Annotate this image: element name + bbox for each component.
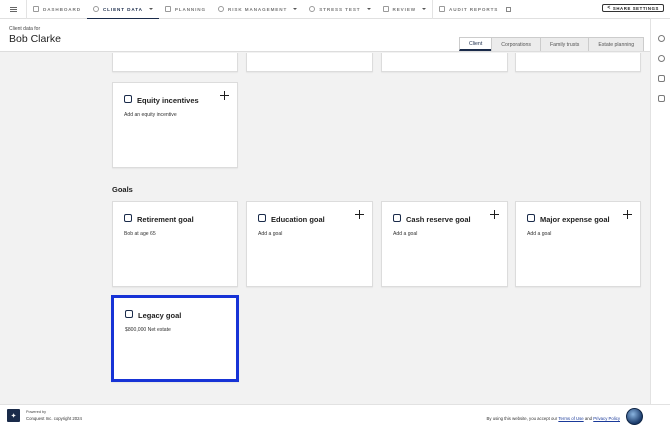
add-icon[interactable] (490, 210, 499, 219)
share-settings-button[interactable]: < SHARE SETTINGS (602, 4, 664, 12)
client-header: Client data for Bob Clarke Client Corpor… (0, 19, 650, 52)
report-icon (439, 6, 446, 12)
card-title: Education goal (271, 215, 325, 224)
company-logo: ✦ (7, 409, 20, 422)
legacy-icon (125, 310, 133, 318)
tab-corporations[interactable]: Corporations (491, 37, 541, 51)
terms-prefix: By using this website, you accept our (486, 416, 558, 421)
footer: ✦ Powered by Conquest Inc. copyright 202… (0, 404, 670, 427)
nav-review-label: REVIEW (392, 6, 417, 12)
cash-reserve-goal-card[interactable]: Cash reserve goal Add a goal (381, 201, 508, 287)
card-title: Cash reserve goal (406, 215, 471, 224)
chevron-down-icon[interactable] (293, 8, 298, 10)
people-icon (92, 6, 99, 12)
equity-incentives-card[interactable]: Equity incentives Add an equity incentiv… (112, 82, 238, 168)
chevron-down-icon[interactable] (148, 8, 153, 10)
education-icon (258, 214, 266, 222)
card-title: Equity incentives (137, 96, 199, 105)
card-subtitle: Add a goal (393, 231, 418, 237)
retirement-icon (124, 214, 132, 222)
terms-and: and (584, 416, 593, 421)
card-title: Legacy goal (138, 311, 182, 320)
tab-family-trusts[interactable]: Family trusts (539, 37, 590, 51)
cash-icon (393, 214, 401, 222)
share-settings-label: SHARE SETTINGS (612, 5, 659, 11)
refresh-icon[interactable] (658, 55, 665, 62)
nav-stress-test-label: STRESS TEST (319, 6, 361, 12)
nav-risk-management-label: RISK MANAGEMENT (228, 6, 288, 12)
add-icon[interactable] (623, 210, 632, 219)
shield-icon (218, 6, 225, 12)
assistant-button[interactable] (626, 408, 643, 425)
calendar-icon[interactable] (658, 75, 665, 82)
nav-client-data-label: CLIENT DATA (102, 6, 143, 12)
card-subtitle: Add a goal (527, 231, 552, 237)
add-icon[interactable] (355, 210, 364, 219)
copyright: Conquest Inc. copyright 2024 (26, 416, 82, 421)
card-title: Major expense goal (540, 215, 610, 224)
retirement-goal-card[interactable]: Retirement goal Bob at age 65 (112, 201, 238, 287)
goals-section-title: Goals (112, 185, 133, 194)
card-subtitle: Bob at age 65 (124, 231, 156, 237)
card-subtitle: $800,000 Net estate (125, 327, 171, 333)
nav-risk-management[interactable]: RISK MANAGEMENT (212, 0, 303, 19)
card-partial[interactable] (112, 53, 238, 72)
privacy-link[interactable]: Privacy Policy (593, 416, 620, 421)
legacy-goal-card[interactable]: Legacy goal $800,000 Net estate (111, 295, 239, 382)
chevron-down-icon[interactable] (422, 8, 427, 10)
tab-estate-planning[interactable]: Estate planning (588, 37, 645, 51)
card-subtitle: Add a goal (258, 231, 283, 237)
right-rail (650, 19, 670, 404)
client-name: Bob Clarke (9, 33, 61, 45)
card-partial[interactable] (246, 53, 373, 72)
expense-icon (527, 214, 535, 222)
nav-planning[interactable]: PLANNING (159, 0, 212, 19)
add-icon[interactable] (220, 91, 229, 100)
share-icon: < (607, 5, 611, 11)
document-icon (382, 6, 389, 12)
main-content: Equity incentives Add an equity incentiv… (0, 53, 650, 404)
top-nav: DASHBOARD CLIENT DATA PLANNING RISK MANA… (0, 0, 670, 20)
card-title: Retirement goal (137, 215, 194, 224)
nav-audit-reports[interactable]: AUDIT REPORTS (433, 0, 517, 19)
lightbulb-icon[interactable] (658, 35, 665, 42)
card-partial[interactable] (515, 53, 641, 72)
major-expense-goal-card[interactable]: Major expense goal Add a goal (515, 201, 641, 287)
nav-client-data[interactable]: CLIENT DATA (86, 0, 159, 20)
nav-dashboard-label: DASHBOARD (43, 6, 81, 12)
tab-client[interactable]: Client (459, 37, 493, 51)
nav-stress-test[interactable]: STRESS TEST (303, 0, 376, 19)
card-partial[interactable] (381, 53, 508, 72)
dashboard-icon (33, 6, 39, 12)
client-tabs: Client Corporations Family trusts Estate… (459, 37, 645, 51)
nav-review[interactable]: REVIEW (377, 0, 433, 19)
powered-by: Powered by (26, 410, 47, 414)
client-data-caption: Client data for (9, 26, 41, 32)
chevron-down-icon[interactable] (366, 8, 371, 10)
equity-icon (124, 95, 132, 103)
clipboard-icon (164, 6, 171, 12)
gauge-icon (309, 6, 316, 12)
nav-planning-label: PLANNING (174, 6, 207, 12)
education-goal-card[interactable]: Education goal Add a goal (246, 201, 373, 287)
notes-icon[interactable] (658, 95, 665, 102)
card-subtitle: Add an equity incentive (124, 112, 177, 118)
terms-notice: By using this website, you accept our Te… (487, 416, 620, 421)
nav-dashboard[interactable]: DASHBOARD (27, 0, 87, 19)
nav-audit-reports-label: AUDIT REPORTS (449, 6, 499, 12)
terms-link[interactable]: Terms of Use (558, 416, 583, 421)
external-link-icon[interactable] (506, 6, 512, 12)
menu-icon[interactable] (0, 0, 26, 19)
